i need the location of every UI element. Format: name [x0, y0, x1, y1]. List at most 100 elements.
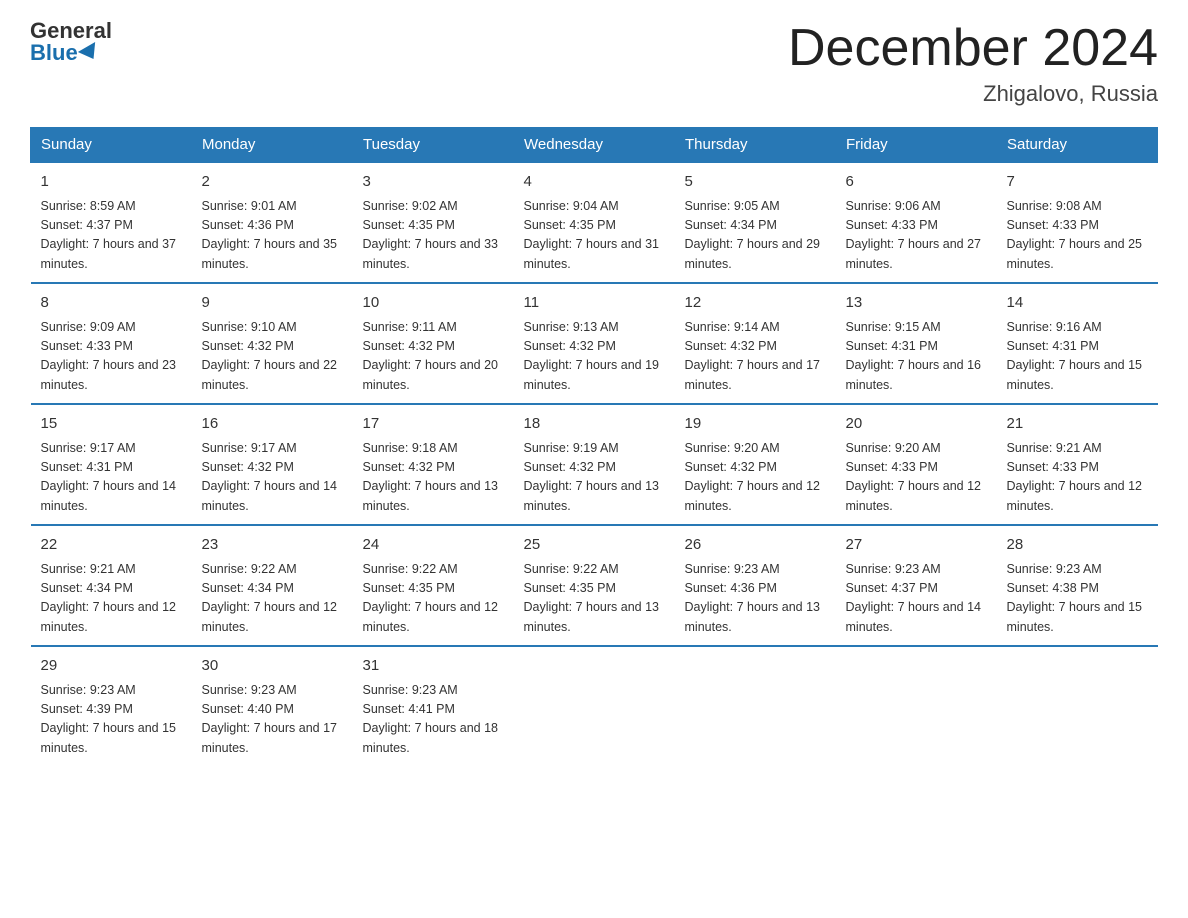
weekday-header-thursday: Thursday [675, 128, 836, 163]
day-number: 4 [524, 171, 665, 194]
day-number: 1 [41, 171, 182, 194]
day-info: Sunrise: 9:22 AM Sunset: 4:35 PM Dayligh… [524, 560, 665, 638]
day-number: 13 [846, 292, 987, 315]
day-number: 9 [202, 292, 343, 315]
calendar-day-cell: 10 Sunrise: 9:11 AM Sunset: 4:32 PM Dayl… [353, 283, 514, 404]
day-info: Sunrise: 9:17 AM Sunset: 4:31 PM Dayligh… [41, 439, 182, 517]
calendar-day-cell: 20 Sunrise: 9:20 AM Sunset: 4:33 PM Dayl… [836, 404, 997, 525]
day-number: 6 [846, 171, 987, 194]
day-info: Sunrise: 9:23 AM Sunset: 4:37 PM Dayligh… [846, 560, 987, 638]
calendar-week-row: 15 Sunrise: 9:17 AM Sunset: 4:31 PM Dayl… [31, 404, 1158, 525]
weekday-header-monday: Monday [192, 128, 353, 163]
day-number: 20 [846, 413, 987, 436]
calendar-day-cell: 19 Sunrise: 9:20 AM Sunset: 4:32 PM Dayl… [675, 404, 836, 525]
calendar-day-cell: 30 Sunrise: 9:23 AM Sunset: 4:40 PM Dayl… [192, 646, 353, 766]
calendar-day-cell [514, 646, 675, 766]
day-info: Sunrise: 9:21 AM Sunset: 4:34 PM Dayligh… [41, 560, 182, 638]
day-number: 22 [41, 534, 182, 557]
weekday-header-saturday: Saturday [997, 128, 1158, 163]
day-number: 24 [363, 534, 504, 557]
weekday-header-wednesday: Wednesday [514, 128, 675, 163]
day-number: 19 [685, 413, 826, 436]
calendar-day-cell: 29 Sunrise: 9:23 AM Sunset: 4:39 PM Dayl… [31, 646, 192, 766]
day-number: 2 [202, 171, 343, 194]
weekday-header-friday: Friday [836, 128, 997, 163]
day-number: 30 [202, 655, 343, 678]
calendar-day-cell: 25 Sunrise: 9:22 AM Sunset: 4:35 PM Dayl… [514, 525, 675, 646]
calendar-day-cell: 27 Sunrise: 9:23 AM Sunset: 4:37 PM Dayl… [836, 525, 997, 646]
day-info: Sunrise: 9:23 AM Sunset: 4:41 PM Dayligh… [363, 681, 504, 759]
day-info: Sunrise: 9:09 AM Sunset: 4:33 PM Dayligh… [41, 318, 182, 396]
day-info: Sunrise: 9:06 AM Sunset: 4:33 PM Dayligh… [846, 197, 987, 275]
calendar-day-cell: 15 Sunrise: 9:17 AM Sunset: 4:31 PM Dayl… [31, 404, 192, 525]
day-number: 5 [685, 171, 826, 194]
title-block: December 2024 Zhigalovo, Russia [788, 20, 1158, 107]
day-info: Sunrise: 9:05 AM Sunset: 4:34 PM Dayligh… [685, 197, 826, 275]
day-info: Sunrise: 9:18 AM Sunset: 4:32 PM Dayligh… [363, 439, 504, 517]
calendar-day-cell: 16 Sunrise: 9:17 AM Sunset: 4:32 PM Dayl… [192, 404, 353, 525]
calendar-day-cell: 28 Sunrise: 9:23 AM Sunset: 4:38 PM Dayl… [997, 525, 1158, 646]
day-info: Sunrise: 9:10 AM Sunset: 4:32 PM Dayligh… [202, 318, 343, 396]
day-number: 11 [524, 292, 665, 315]
day-info: Sunrise: 9:11 AM Sunset: 4:32 PM Dayligh… [363, 318, 504, 396]
calendar-day-cell [997, 646, 1158, 766]
day-info: Sunrise: 9:19 AM Sunset: 4:32 PM Dayligh… [524, 439, 665, 517]
calendar-day-cell: 5 Sunrise: 9:05 AM Sunset: 4:34 PM Dayli… [675, 162, 836, 283]
day-number: 15 [41, 413, 182, 436]
calendar-week-row: 22 Sunrise: 9:21 AM Sunset: 4:34 PM Dayl… [31, 525, 1158, 646]
calendar-day-cell: 26 Sunrise: 9:23 AM Sunset: 4:36 PM Dayl… [675, 525, 836, 646]
calendar-table: SundayMondayTuesdayWednesdayThursdayFrid… [30, 127, 1158, 766]
logo: General Blue [30, 20, 112, 64]
day-info: Sunrise: 9:23 AM Sunset: 4:36 PM Dayligh… [685, 560, 826, 638]
calendar-day-cell: 17 Sunrise: 9:18 AM Sunset: 4:32 PM Dayl… [353, 404, 514, 525]
calendar-day-cell: 13 Sunrise: 9:15 AM Sunset: 4:31 PM Dayl… [836, 283, 997, 404]
calendar-day-cell: 11 Sunrise: 9:13 AM Sunset: 4:32 PM Dayl… [514, 283, 675, 404]
calendar-day-cell: 6 Sunrise: 9:06 AM Sunset: 4:33 PM Dayli… [836, 162, 997, 283]
day-number: 27 [846, 534, 987, 557]
day-info: Sunrise: 9:17 AM Sunset: 4:32 PM Dayligh… [202, 439, 343, 517]
day-info: Sunrise: 9:21 AM Sunset: 4:33 PM Dayligh… [1007, 439, 1148, 517]
day-number: 28 [1007, 534, 1148, 557]
day-number: 18 [524, 413, 665, 436]
calendar-day-cell: 24 Sunrise: 9:22 AM Sunset: 4:35 PM Dayl… [353, 525, 514, 646]
calendar-day-cell: 22 Sunrise: 9:21 AM Sunset: 4:34 PM Dayl… [31, 525, 192, 646]
day-number: 16 [202, 413, 343, 436]
day-info: Sunrise: 9:22 AM Sunset: 4:34 PM Dayligh… [202, 560, 343, 638]
day-number: 21 [1007, 413, 1148, 436]
day-info: Sunrise: 9:20 AM Sunset: 4:32 PM Dayligh… [685, 439, 826, 517]
weekday-header-sunday: Sunday [31, 128, 192, 163]
calendar-day-cell [836, 646, 997, 766]
day-info: Sunrise: 9:13 AM Sunset: 4:32 PM Dayligh… [524, 318, 665, 396]
calendar-day-cell: 31 Sunrise: 9:23 AM Sunset: 4:41 PM Dayl… [353, 646, 514, 766]
calendar-day-cell: 3 Sunrise: 9:02 AM Sunset: 4:35 PM Dayli… [353, 162, 514, 283]
day-number: 29 [41, 655, 182, 678]
calendar-day-cell: 18 Sunrise: 9:19 AM Sunset: 4:32 PM Dayl… [514, 404, 675, 525]
day-number: 3 [363, 171, 504, 194]
calendar-day-cell: 14 Sunrise: 9:16 AM Sunset: 4:31 PM Dayl… [997, 283, 1158, 404]
day-info: Sunrise: 9:14 AM Sunset: 4:32 PM Dayligh… [685, 318, 826, 396]
day-info: Sunrise: 9:22 AM Sunset: 4:35 PM Dayligh… [363, 560, 504, 638]
day-info: Sunrise: 9:04 AM Sunset: 4:35 PM Dayligh… [524, 197, 665, 275]
calendar-week-row: 1 Sunrise: 8:59 AM Sunset: 4:37 PM Dayli… [31, 162, 1158, 283]
calendar-day-cell: 12 Sunrise: 9:14 AM Sunset: 4:32 PM Dayl… [675, 283, 836, 404]
calendar-week-row: 8 Sunrise: 9:09 AM Sunset: 4:33 PM Dayli… [31, 283, 1158, 404]
page-header: General Blue December 2024 Zhigalovo, Ru… [30, 20, 1158, 107]
logo-triangle-icon [78, 42, 102, 64]
day-number: 31 [363, 655, 504, 678]
day-number: 12 [685, 292, 826, 315]
weekday-header-tuesday: Tuesday [353, 128, 514, 163]
calendar-week-row: 29 Sunrise: 9:23 AM Sunset: 4:39 PM Dayl… [31, 646, 1158, 766]
calendar-day-cell: 2 Sunrise: 9:01 AM Sunset: 4:36 PM Dayli… [192, 162, 353, 283]
month-title: December 2024 [788, 20, 1158, 77]
day-number: 10 [363, 292, 504, 315]
day-info: Sunrise: 9:23 AM Sunset: 4:39 PM Dayligh… [41, 681, 182, 759]
day-info: Sunrise: 9:02 AM Sunset: 4:35 PM Dayligh… [363, 197, 504, 275]
weekday-header-row: SundayMondayTuesdayWednesdayThursdayFrid… [31, 128, 1158, 163]
day-number: 23 [202, 534, 343, 557]
calendar-day-cell: 7 Sunrise: 9:08 AM Sunset: 4:33 PM Dayli… [997, 162, 1158, 283]
location-text: Zhigalovo, Russia [788, 81, 1158, 107]
day-info: Sunrise: 9:23 AM Sunset: 4:40 PM Dayligh… [202, 681, 343, 759]
calendar-day-cell: 4 Sunrise: 9:04 AM Sunset: 4:35 PM Dayli… [514, 162, 675, 283]
logo-blue-text: Blue [30, 42, 100, 64]
day-info: Sunrise: 9:16 AM Sunset: 4:31 PM Dayligh… [1007, 318, 1148, 396]
